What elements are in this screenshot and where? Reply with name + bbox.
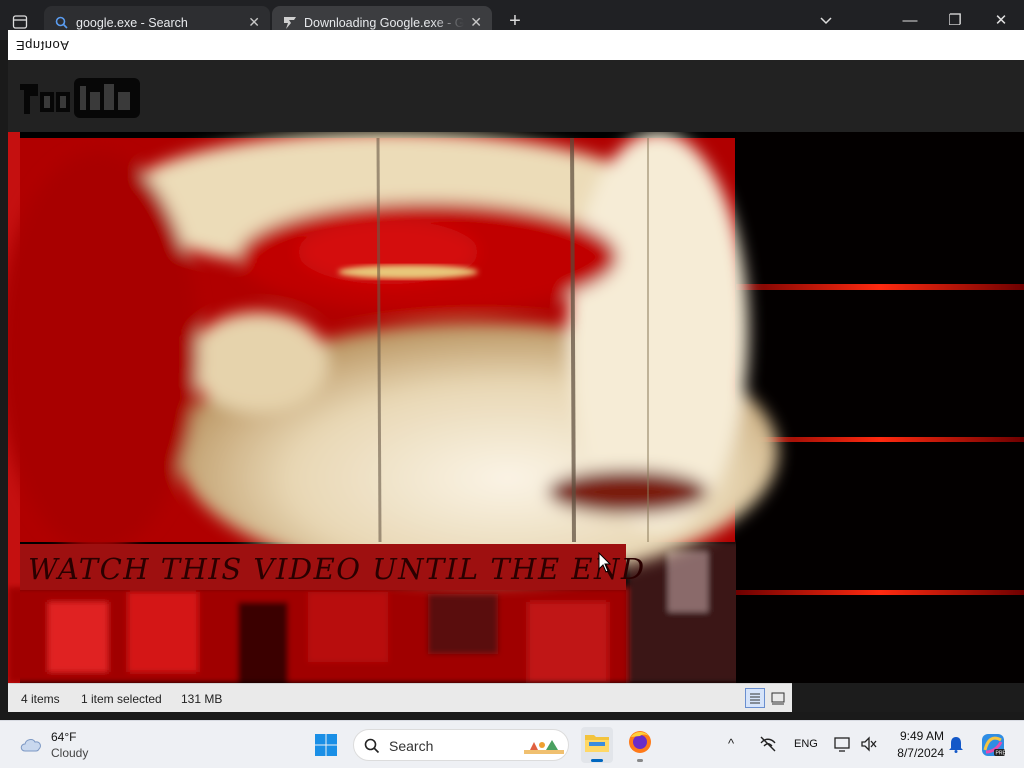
selection-size: 131 MB (181, 692, 223, 706)
cloud-icon[interactable] (18, 733, 44, 755)
clock-date[interactable]: 8/7/2024 (888, 746, 944, 760)
network-disconnected-icon[interactable] (759, 735, 777, 753)
input-language-indicator[interactable]: ENG (794, 738, 818, 750)
video-player[interactable]: WATCH THIS VIDEO UNTIL THE END (8, 132, 1024, 683)
show-hidden-icons-button[interactable]: ^ (728, 736, 734, 751)
close-tab-icon[interactable]: ✕ (248, 14, 260, 30)
search-label: Search (389, 738, 434, 754)
search-highlight-icon (524, 740, 564, 754)
explorer-status-bar: 4 items 1 item selected 131 MB (8, 683, 792, 712)
video-frame (8, 132, 1024, 683)
tab-actions-icon (12, 15, 28, 29)
window-title-bar[interactable]: ƎqnʇnoA (8, 30, 1024, 60)
clock-time[interactable]: 9:49 AM (888, 729, 944, 743)
close-tab-icon[interactable]: ✕ (470, 14, 482, 30)
tab-title: Downloading Google.exe - Gar (304, 16, 464, 30)
folder-icon (585, 735, 609, 752)
chevron-down-icon[interactable] (818, 12, 834, 28)
window-title: ƎqnʇnoA (16, 38, 70, 53)
tiles-view-button[interactable] (768, 688, 788, 708)
lightning-icon (284, 17, 296, 29)
speaker-muted-icon[interactable] (860, 735, 878, 753)
video-caption-banner: WATCH THIS VIDEO UNTIL THE END (20, 544, 644, 590)
firefox-taskbar-button[interactable] (624, 727, 656, 763)
display-icon[interactable] (834, 735, 852, 753)
running-app-indicator (637, 759, 643, 762)
weather-condition[interactable]: Cloudy (51, 746, 88, 760)
search-icon (55, 16, 68, 29)
active-app-indicator (591, 759, 603, 762)
distorted-logo (18, 74, 142, 122)
weather-temperature[interactable]: 64°F (51, 730, 76, 744)
firefox-icon (629, 731, 651, 753)
svg-text:PRE: PRE (996, 751, 1007, 757)
mouse-cursor-icon (598, 552, 612, 573)
video-caption-text: WATCH THIS VIDEO UNTIL THE END (28, 552, 646, 586)
search-icon (364, 738, 380, 754)
copilot-icon[interactable]: PRE (980, 732, 1006, 758)
details-view-icon (750, 693, 760, 704)
tiles-view-icon (771, 692, 785, 705)
selection-status: 1 item selected (81, 692, 162, 706)
file-explorer-taskbar-button[interactable] (581, 727, 613, 763)
details-view-button[interactable] (745, 688, 765, 708)
media-window: ƎqnʇnoA WATCH THIS VIDEO UNTIL THE END 4… (8, 30, 1024, 712)
video-header (8, 60, 1024, 132)
windows-start-icon[interactable] (314, 733, 338, 757)
new-tab-button[interactable]: + (505, 10, 525, 32)
tab-title: google.exe - Search (76, 16, 188, 30)
taskbar-search-box[interactable]: Search (353, 729, 569, 761)
notification-bell-icon[interactable] (948, 735, 964, 753)
item-count: 4 items (21, 692, 60, 706)
taskbar: 64°F Cloudy Search ^ ENG 9:49 AM 8/7/202… (0, 720, 1024, 768)
